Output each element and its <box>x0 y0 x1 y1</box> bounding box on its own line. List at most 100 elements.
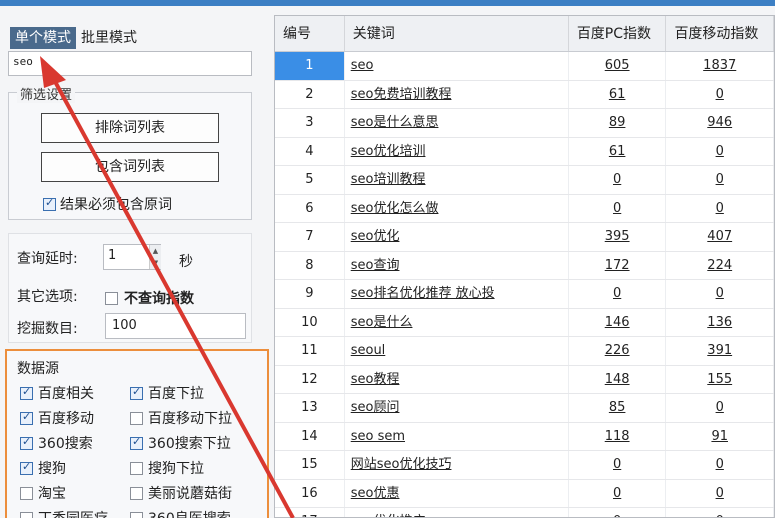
table-row[interactable]: 3 seo是什么意思 89 946 <box>275 109 774 138</box>
tab-batch-mode[interactable]: 批里模式 <box>76 27 142 49</box>
source-checkbox[interactable] <box>130 511 143 518</box>
table-row[interactable]: 6 seo优化怎么做 0 0 <box>275 194 774 223</box>
row-pc-index: 0 <box>569 508 667 517</box>
row-keyword[interactable]: 网站seo优化技巧 <box>345 451 569 479</box>
row-keyword[interactable]: seo教程 <box>345 365 569 393</box>
source-option[interactable]: 搜狗 <box>20 458 66 478</box>
source-checkbox[interactable] <box>20 511 33 518</box>
row-keyword[interactable]: seo排名优化推荐 放心投 <box>345 280 569 308</box>
source-label: 360搜索 <box>38 436 93 452</box>
row-mobile-index: 407 <box>666 223 774 251</box>
source-checkbox[interactable] <box>20 410 33 425</box>
table-row[interactable]: 7 seo优化 395 407 <box>275 223 774 252</box>
row-keyword[interactable]: seo是什么 <box>345 308 569 336</box>
other-options-label: 其它选项: <box>17 289 78 305</box>
row-keyword[interactable]: seo优惠 <box>345 479 569 507</box>
source-option[interactable]: 360良医搜索 <box>130 508 231 518</box>
table-row[interactable]: 13 seo顾问 85 0 <box>275 394 774 423</box>
row-pc-index: 0 <box>569 479 667 507</box>
row-keyword[interactable]: seo顾问 <box>345 394 569 422</box>
row-keyword[interactable]: seo sem <box>345 422 569 450</box>
table-row[interactable]: 17seo优化推广00 <box>275 508 774 517</box>
table-row[interactable]: 11 seoul 226 391 <box>275 337 774 366</box>
row-index: 16 <box>275 479 345 507</box>
header-mobile-index[interactable]: 百度移动指数 <box>666 16 774 51</box>
table-row[interactable]: 16 seo优惠 0 0 <box>275 479 774 508</box>
source-checkbox[interactable] <box>130 461 143 475</box>
must-contain-checkbox[interactable] <box>43 196 56 211</box>
row-mobile-index: 155 <box>666 365 774 393</box>
source-checkbox[interactable] <box>20 385 33 400</box>
row-mobile-index: 946 <box>666 109 774 137</box>
no-index-option[interactable]: 不查询指数 <box>105 288 194 308</box>
table-row[interactable]: 5 seo培训教程 0 0 <box>275 166 774 195</box>
table-row[interactable]: 4 seo优化培训 61 0 <box>275 137 774 166</box>
source-label: 搜狗下拉 <box>148 461 204 477</box>
source-checkbox[interactable] <box>20 435 33 450</box>
row-pc-index: 605 <box>568 52 667 80</box>
table-row[interactable]: 14 seo sem 118 91 <box>275 422 774 451</box>
row-keyword[interactable]: seo优化培训 <box>345 137 569 165</box>
source-checkbox[interactable] <box>20 460 33 475</box>
delay-spinner[interactable]: ▲ ▼ <box>149 245 161 269</box>
source-option[interactable]: 百度相关 <box>20 383 94 403</box>
row-mobile-index: 0 <box>666 479 774 507</box>
source-checkbox[interactable] <box>130 385 143 400</box>
row-mobile-index: 0 <box>666 194 774 222</box>
source-option[interactable]: 360搜索下拉 <box>130 433 231 453</box>
source-option[interactable]: 百度移动下拉 <box>130 408 232 428</box>
row-pc-index: 0 <box>569 166 667 194</box>
source-option[interactable]: 淘宝 <box>20 483 66 503</box>
source-checkbox[interactable] <box>130 486 143 500</box>
tab-single-mode[interactable]: 单个模式 <box>10 27 76 49</box>
exclude-words-button[interactable]: 排除词列表 <box>41 113 219 143</box>
header-pc-index[interactable]: 百度PC指数 <box>569 16 667 51</box>
table-row[interactable]: 10 seo是什么 146 136 <box>275 308 774 337</box>
row-mobile-index: 136 <box>666 308 774 336</box>
source-option[interactable]: 360搜索 <box>20 433 93 453</box>
source-option[interactable]: 美丽说蘑菇街 <box>130 483 232 503</box>
row-keyword[interactable]: seo <box>344 52 569 80</box>
source-label: 百度相关 <box>38 386 94 402</box>
table-row[interactable]: 15 网站seo优化技巧 0 0 <box>275 451 774 480</box>
table-row[interactable]: 2 seo免费培训教程 61 0 <box>275 80 774 109</box>
row-pc-index: 0 <box>569 194 667 222</box>
row-mobile-index: 0 <box>666 166 774 194</box>
table-row[interactable]: 1 seo 605 1837 <box>275 52 774 81</box>
no-index-label: 不查询指数 <box>124 291 194 307</box>
include-words-button[interactable]: 包含词列表 <box>41 152 219 182</box>
row-index: 6 <box>275 194 345 222</box>
row-keyword[interactable]: seo查询 <box>345 251 569 279</box>
row-keyword[interactable]: seo免费培训教程 <box>345 80 569 108</box>
source-option[interactable]: 丁香园医疗 <box>20 508 108 518</box>
source-checkbox[interactable] <box>20 486 33 500</box>
must-contain-option[interactable]: 结果必须包含原词 <box>43 194 172 214</box>
depth-input[interactable]: 100 <box>105 313 246 339</box>
row-pc-index: 172 <box>569 251 667 279</box>
table-row[interactable]: 8 seo查询 172 224 <box>275 251 774 280</box>
row-pc-index: 146 <box>569 308 667 336</box>
filter-settings-title: 筛选设置 <box>17 84 76 103</box>
source-option[interactable]: 百度移动 <box>20 408 94 428</box>
row-keyword[interactable]: seo培训教程 <box>345 166 569 194</box>
source-checkbox[interactable] <box>130 435 143 450</box>
row-index: 10 <box>275 308 345 336</box>
row-keyword[interactable]: seo优化怎么做 <box>345 194 569 222</box>
table-row[interactable]: 12 seo教程 148 155 <box>275 365 774 394</box>
row-index: 7 <box>275 223 345 251</box>
keyword-input[interactable]: seo <box>8 51 252 76</box>
header-keyword[interactable]: 关键词 <box>345 16 569 51</box>
source-option[interactable]: 搜狗下拉 <box>130 458 204 478</box>
source-option[interactable]: 百度下拉 <box>130 383 204 403</box>
results-table: 编号 关键词 百度PC指数 百度移动指数 1 seo 605 1837 2 seo免费培训… <box>274 15 775 518</box>
table-row[interactable]: 9 seo排名优化推荐 放心投 0 0 <box>275 280 774 309</box>
row-keyword[interactable]: seo是什么意思 <box>345 109 569 137</box>
header-index[interactable]: 编号 <box>275 16 345 51</box>
row-index: 8 <box>275 251 345 279</box>
source-checkbox[interactable] <box>130 411 143 425</box>
source-label: 360良医搜索 <box>148 511 231 518</box>
row-keyword[interactable]: seo优化推广 <box>345 508 569 517</box>
row-keyword[interactable]: seo优化 <box>345 223 569 251</box>
row-keyword[interactable]: seoul <box>345 337 569 365</box>
no-index-checkbox[interactable] <box>105 291 118 305</box>
